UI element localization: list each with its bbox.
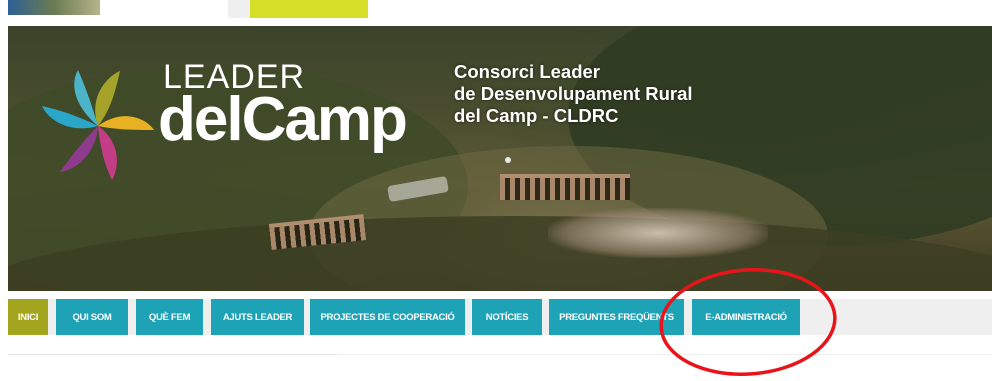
red-annotation-circle — [659, 268, 837, 376]
